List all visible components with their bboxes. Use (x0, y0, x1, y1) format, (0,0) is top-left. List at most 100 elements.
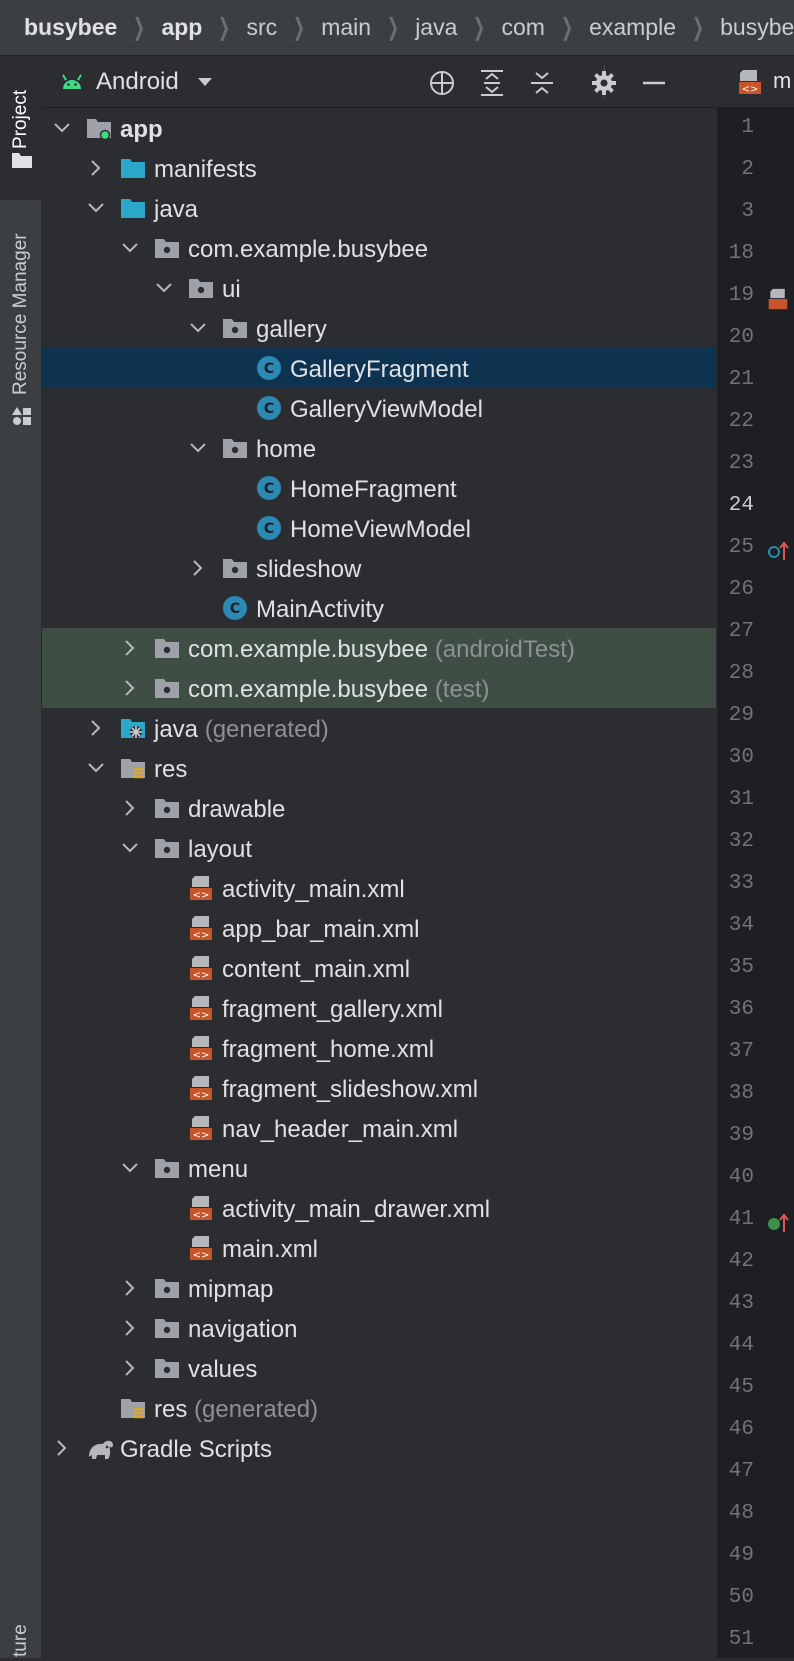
settings-button[interactable] (590, 69, 618, 97)
line-number[interactable]: 39 (717, 1115, 794, 1157)
chevron-right-icon[interactable] (186, 556, 210, 580)
tree-item[interactable]: home (42, 428, 716, 468)
tree-item[interactable]: com.example.busybee (androidTest) (42, 628, 716, 668)
chevron-right-icon[interactable] (50, 1436, 74, 1460)
chevron-down-icon[interactable] (84, 196, 108, 220)
line-number[interactable]: 49 (717, 1535, 794, 1577)
breadcrumb-item[interactable]: example (589, 14, 676, 41)
line-number[interactable]: 34 (717, 905, 794, 947)
tree-item[interactable]: app (42, 108, 716, 148)
tree-item[interactable]: Gradle Scripts (42, 1428, 716, 1468)
breadcrumb-item[interactable]: busybee (24, 14, 117, 41)
line-number[interactable]: 27 (717, 611, 794, 653)
line-number[interactable]: 36 (717, 989, 794, 1031)
line-number[interactable]: 19 (717, 275, 794, 317)
line-number[interactable]: 33 (717, 863, 794, 905)
breadcrumb-item[interactable]: java (415, 14, 457, 41)
tree-item[interactable]: C GalleryViewModel (42, 388, 716, 428)
tree-item[interactable]: <> fragment_slideshow.xml (42, 1068, 716, 1108)
chevron-right-icon[interactable] (118, 796, 142, 820)
breadcrumb-item[interactable]: com (502, 14, 545, 41)
chevron-right-icon[interactable] (118, 1356, 142, 1380)
line-number[interactable]: 28 (717, 653, 794, 695)
tree-item[interactable]: <> app_bar_main.xml (42, 908, 716, 948)
line-number[interactable]: 2 (717, 149, 794, 191)
tree-item[interactable]: java (generated) (42, 708, 716, 748)
tool-tab-structure[interactable]: ture (0, 1597, 41, 1658)
tree-item[interactable]: values (42, 1348, 716, 1388)
tree-item[interactable]: menu (42, 1148, 716, 1188)
chevron-right-icon[interactable] (118, 676, 142, 700)
line-number[interactable]: 30 (717, 737, 794, 779)
chevron-down-icon[interactable] (84, 756, 108, 780)
tool-tab-project[interactable]: Project (0, 57, 41, 200)
chevron-down-icon[interactable] (118, 836, 142, 860)
tree-item[interactable]: ui (42, 268, 716, 308)
collapse-all-button[interactable] (528, 69, 556, 97)
tree-item[interactable]: <> activity_main.xml (42, 868, 716, 908)
tree-item[interactable]: gallery (42, 308, 716, 348)
tool-tab-resource-manager[interactable]: Resource Manager (0, 207, 41, 487)
line-number[interactable]: 48 (717, 1493, 794, 1535)
line-number[interactable]: 22 (717, 401, 794, 443)
tree-item[interactable]: com.example.busybee (42, 228, 716, 268)
line-number[interactable]: 3 (717, 191, 794, 233)
tree-item[interactable]: mipmap (42, 1268, 716, 1308)
line-number[interactable]: 23 (717, 443, 794, 485)
chevron-right-icon[interactable] (118, 1316, 142, 1340)
breadcrumb-item[interactable]: main (321, 14, 371, 41)
tree-item[interactable]: C MainActivity (42, 588, 716, 628)
line-number[interactable]: 21 (717, 359, 794, 401)
chevron-down-icon[interactable] (186, 316, 210, 340)
tree-item[interactable]: navigation (42, 1308, 716, 1348)
tree-item[interactable]: <> main.xml (42, 1228, 716, 1268)
line-number[interactable]: 1 (717, 107, 794, 149)
line-number[interactable]: 25 (717, 527, 794, 569)
line-number[interactable]: 43 (717, 1283, 794, 1325)
tree-item[interactable]: C GalleryFragment (42, 348, 716, 388)
line-number[interactable]: 50 (717, 1577, 794, 1619)
tree-item[interactable]: C HomeFragment (42, 468, 716, 508)
line-number[interactable]: 46 (717, 1409, 794, 1451)
chevron-right-icon[interactable] (118, 1276, 142, 1300)
editor-tab[interactable]: <> m (717, 57, 794, 108)
chevron-down-icon[interactable] (152, 276, 176, 300)
line-number[interactable]: 32 (717, 821, 794, 863)
tree-item[interactable]: layout (42, 828, 716, 868)
line-number[interactable]: 29 (717, 695, 794, 737)
project-view-dropdown[interactable]: Android (60, 68, 213, 96)
tree-item[interactable]: slideshow (42, 548, 716, 588)
line-number[interactable]: 20 (717, 317, 794, 359)
tree-item[interactable]: <> content_main.xml (42, 948, 716, 988)
tree-item[interactable]: <> nav_header_main.xml (42, 1108, 716, 1148)
line-number[interactable]: 41 (717, 1199, 794, 1241)
chevron-right-icon[interactable] (84, 156, 108, 180)
line-number[interactable]: 51 (717, 1619, 794, 1661)
chevron-down-icon[interactable] (118, 236, 142, 260)
line-number[interactable]: 47 (717, 1451, 794, 1493)
tree-item[interactable]: <> fragment_home.xml (42, 1028, 716, 1068)
select-opened-file-button[interactable] (428, 69, 456, 97)
line-number[interactable]: 31 (717, 779, 794, 821)
line-number[interactable]: 24 (717, 485, 794, 527)
tree-item[interactable]: <> fragment_gallery.xml (42, 988, 716, 1028)
chevron-right-icon[interactable] (84, 716, 108, 740)
line-number[interactable]: 42 (717, 1241, 794, 1283)
line-number[interactable]: 26 (717, 569, 794, 611)
tree-item[interactable]: java (42, 188, 716, 228)
tree-item[interactable]: C HomeViewModel (42, 508, 716, 548)
tree-item[interactable]: com.example.busybee (test) (42, 668, 716, 708)
line-number[interactable]: 35 (717, 947, 794, 989)
tree-item[interactable]: manifests (42, 148, 716, 188)
tree-item[interactable]: <> activity_main_drawer.xml (42, 1188, 716, 1228)
chevron-down-icon[interactable] (50, 116, 74, 140)
line-number[interactable]: 37 (717, 1031, 794, 1073)
breadcrumb-item[interactable]: busybee (720, 14, 794, 41)
tree-item[interactable]: res (42, 748, 716, 788)
chevron-down-icon[interactable] (118, 1156, 142, 1180)
hide-panel-button[interactable] (640, 69, 668, 97)
line-number[interactable]: 18 (717, 233, 794, 275)
breadcrumb-item[interactable]: app (161, 14, 202, 41)
tree-item[interactable]: res (generated) (42, 1388, 716, 1428)
tree-item[interactable]: drawable (42, 788, 716, 828)
